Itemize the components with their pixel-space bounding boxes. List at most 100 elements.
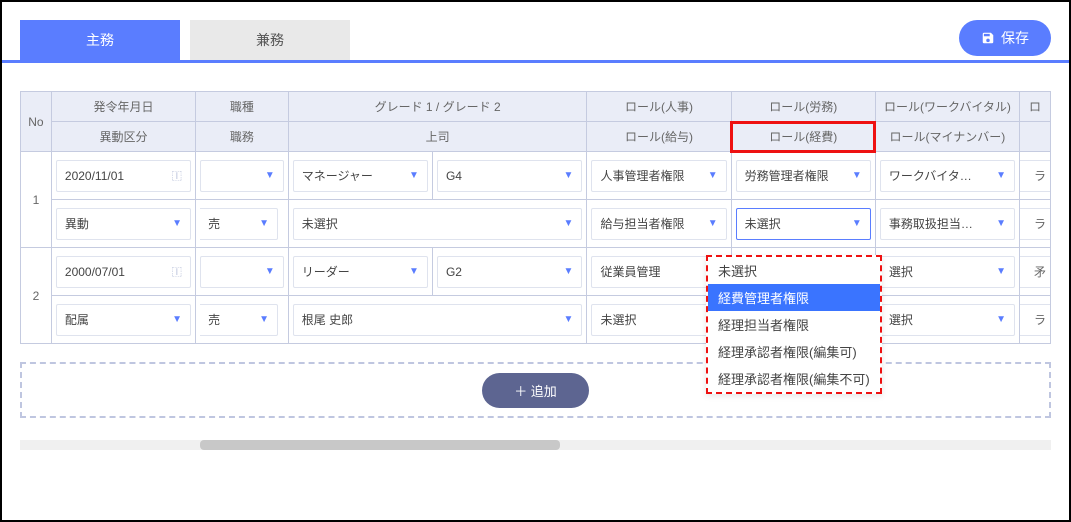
superior-select[interactable]: 未選択 ▼ <box>293 208 583 240</box>
role-hr-select-value: 人事管理者権限 <box>600 167 684 184</box>
chevron-down-icon: ▼ <box>564 218 574 229</box>
assignment-table: No 発令年月日 職種 グレード 1 / グレード 2 ロール(人事) ロール(… <box>20 91 1051 450</box>
tail-cell-bot[interactable]: ラ <box>1020 304 1050 336</box>
role-hr-select[interactable]: 人事管理者権限 ▼ <box>591 160 726 192</box>
role-workvital-select[interactable]: 選択▼ <box>880 256 1015 288</box>
header-superior: 上司 <box>288 122 587 152</box>
header-role-expense: ロール(経費) <box>731 122 875 152</box>
chevron-down-icon: ▼ <box>852 218 862 229</box>
calendar-icon: 🇮 <box>171 168 182 183</box>
chevron-down-icon: ▼ <box>172 218 182 229</box>
chevron-down-icon: ▼ <box>708 170 718 181</box>
role-expense-select[interactable]: 未選択 ▼ <box>736 208 871 240</box>
header-jobtype: 職種 <box>196 92 289 122</box>
role-expense-dropdown[interactable]: 未選択経費管理者権限経理担当者権限経理承認者権限(編集可)経理承認者権限(編集不… <box>706 255 882 394</box>
tail-cell-bot[interactable]: ラ <box>1020 208 1050 240</box>
chevron-down-icon: ▼ <box>996 266 1006 277</box>
top-bar: 主務 兼務 保存 <box>20 20 1051 60</box>
chevron-down-icon: ▼ <box>996 314 1006 325</box>
role-mynumber-select[interactable]: 事務取扱担当… ▼ <box>880 208 1015 240</box>
jobduty-select-value: 売 <box>208 215 220 232</box>
table-row: 配属▼売▼根尾 史郎▼未選択▼▼選択▼ラ <box>21 296 1051 344</box>
dropdown-option[interactable]: 経理担当者権限 <box>708 311 880 338</box>
tab-underline <box>2 60 1069 63</box>
chevron-down-icon: ▼ <box>265 170 275 181</box>
superior-select-value: 未選択 <box>302 215 338 232</box>
transfer-type-select[interactable]: 配属▼ <box>56 304 191 336</box>
calendar-icon: 🇮 <box>171 264 182 279</box>
date-field-value: 2000/07/01 <box>65 265 125 279</box>
save-button[interactable]: 保存 <box>959 20 1051 56</box>
row-no: 2 <box>21 248 52 344</box>
add-row-button[interactable]: ＋ 追加 <box>482 373 589 408</box>
role-labor-select-value: 労務管理者権限 <box>745 167 829 184</box>
dropdown-option[interactable]: 経費管理者権限 <box>708 284 880 311</box>
grade1-select-value: マネージャー <box>302 167 373 184</box>
header-role-hr: ロール(人事) <box>587 92 731 122</box>
jobtype-select[interactable]: ▼ <box>200 256 284 288</box>
grade2-select[interactable]: G2 ▼ <box>437 256 583 288</box>
scrollbar-thumb[interactable] <box>200 440 560 450</box>
grade2-select-value: G2 <box>446 265 462 279</box>
role-expense-select-value: 未選択 <box>745 215 781 232</box>
role-mynumber-select[interactable]: 選択 ▼ <box>880 304 1015 336</box>
superior-select[interactable]: 根尾 史郎 ▼ <box>293 304 583 336</box>
grade1-select[interactable]: マネージャー▼ <box>293 160 428 192</box>
chevron-down-icon: ▼ <box>996 218 1006 229</box>
dropdown-option[interactable]: 経理承認者権限(編集不可) <box>708 365 880 392</box>
role-salary-select[interactable]: 給与担当者権限 ▼ <box>591 208 726 240</box>
tab-main[interactable]: 主務 <box>20 20 180 60</box>
header-role-salary: ロール(給与) <box>587 122 731 152</box>
header-grade: グレード 1 / グレード 2 <box>288 92 587 122</box>
save-icon <box>981 31 995 45</box>
jobduty-select[interactable]: 売▼ <box>200 208 278 240</box>
tail-cell-top[interactable]: ラ <box>1020 160 1050 192</box>
grade2-select[interactable]: G4 ▼ <box>437 160 583 192</box>
jobduty-select[interactable]: 売▼ <box>200 304 278 336</box>
chevron-down-icon: ▼ <box>708 218 718 229</box>
role-mynumber-select-value: 選択 <box>889 311 913 328</box>
table-row: 12020/11/01🇮▼マネージャー▼G4▼人事管理者権限▼労務管理者権限▼ワ… <box>21 152 1051 200</box>
header-transfer-type: 異動区分 <box>51 122 195 152</box>
header-tail-bot <box>1020 122 1051 152</box>
date-field[interactable]: 2020/11/01 🇮 <box>56 160 191 192</box>
add-row-area: ＋ 追加 <box>20 362 1051 418</box>
role-salary-select-value: 未選択 <box>600 311 636 328</box>
tabs: 主務 兼務 <box>20 20 350 60</box>
role-workvital-select[interactable]: ワークバイタ…▼ <box>880 160 1015 192</box>
role-labor-select[interactable]: 労務管理者権限 ▼ <box>736 160 871 192</box>
header-date: 発令年月日 <box>51 92 195 122</box>
save-label: 保存 <box>1001 28 1029 48</box>
grade1-select-value: リーダー <box>302 263 350 280</box>
role-mynumber-select-value: 事務取扱担当… <box>889 215 973 232</box>
chevron-down-icon: ▼ <box>564 170 574 181</box>
chevron-down-icon: ▼ <box>259 314 269 325</box>
header-tail-top: ロ <box>1020 92 1051 122</box>
horizontal-scrollbar[interactable] <box>20 440 1051 450</box>
date-field-value: 2020/11/01 <box>65 169 124 183</box>
tail-cell-top[interactable]: 矛 <box>1020 256 1050 288</box>
role-workvital-select-value: ワークバイタ… <box>889 167 972 184</box>
grade2-select-value: G4 <box>446 169 462 183</box>
chevron-down-icon: ▼ <box>852 170 862 181</box>
dropdown-option[interactable]: 経理承認者権限(編集可) <box>708 338 880 365</box>
header-jobduty: 職務 <box>196 122 289 152</box>
jobduty-select-value: 売 <box>208 311 220 328</box>
grade1-select[interactable]: リーダー ▼ <box>293 256 428 288</box>
table-row: 異動▼売▼未選択▼給与担当者権限▼未選択▼事務取扱担当…▼ラ <box>21 200 1051 248</box>
header-role-workvital: ロール(ワークバイタル) <box>875 92 1019 122</box>
transfer-type-select[interactable]: 異動▼ <box>56 208 191 240</box>
chevron-down-icon: ▼ <box>409 266 419 277</box>
role-hr-select-value: 従業員管理 <box>600 263 660 280</box>
chevron-down-icon: ▼ <box>564 314 574 325</box>
superior-select-value: 根尾 史郎 <box>302 311 353 328</box>
row-no: 1 <box>21 152 52 248</box>
tab-sub[interactable]: 兼務 <box>190 20 350 60</box>
jobtype-select[interactable]: ▼ <box>200 160 284 192</box>
chevron-down-icon: ▼ <box>265 266 275 277</box>
chevron-down-icon: ▼ <box>564 266 574 277</box>
role-salary-select-value: 給与担当者権限 <box>600 215 684 232</box>
dropdown-option[interactable]: 未選択 <box>708 257 880 284</box>
chevron-down-icon: ▼ <box>259 218 269 229</box>
date-field[interactable]: 2000/07/01 🇮 <box>56 256 191 288</box>
